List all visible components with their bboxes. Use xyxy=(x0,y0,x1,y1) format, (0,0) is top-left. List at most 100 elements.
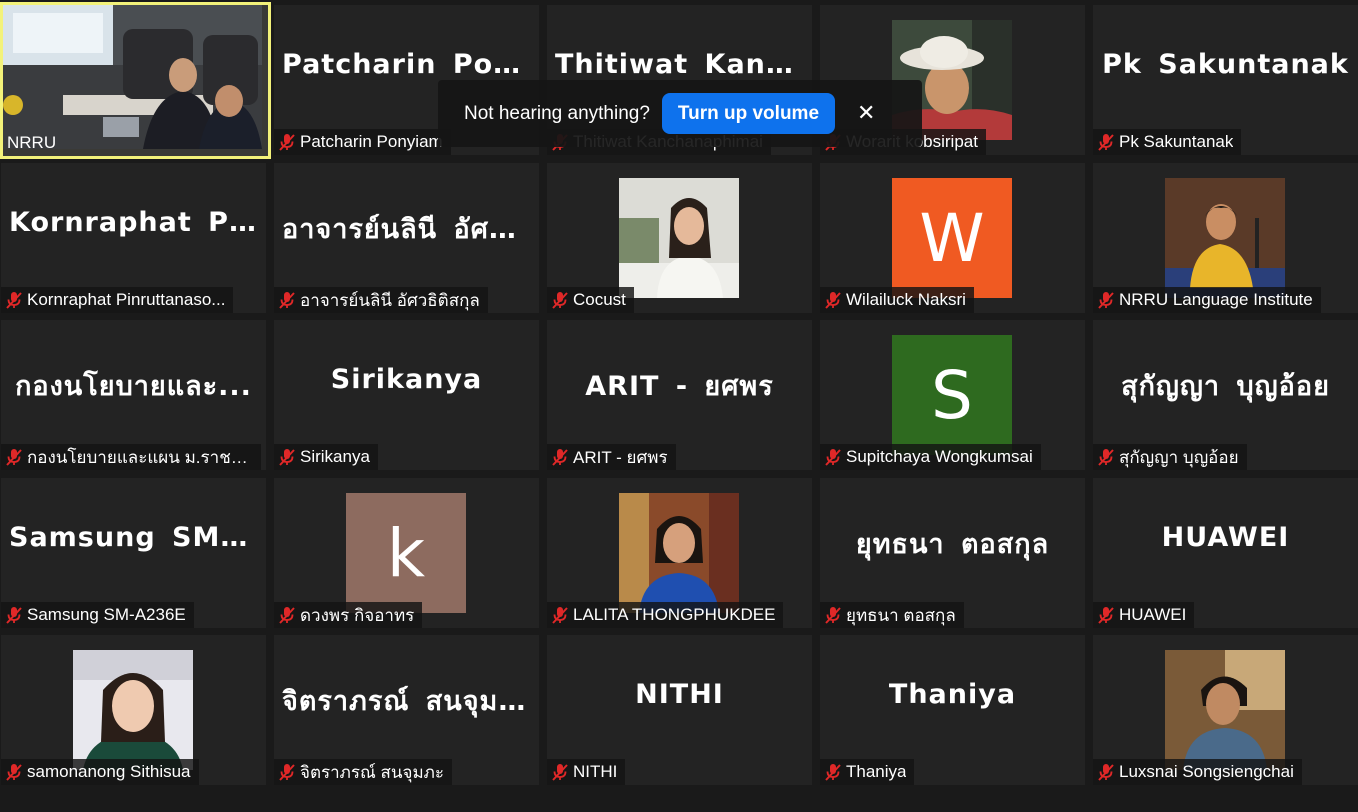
mic-muted-icon xyxy=(547,759,573,785)
participant-tile[interactable]: S Supitchaya Wongkumsai xyxy=(820,320,1085,470)
participant-tile[interactable]: Samsung SM-A... Samsung SM-A236E xyxy=(1,478,266,628)
profile-photo xyxy=(1165,650,1285,770)
mic-muted-icon xyxy=(1,602,27,628)
mic-muted-icon xyxy=(274,444,300,470)
participant-name-label: ยุทธนา ตอสกุล xyxy=(820,602,964,628)
participant-name: ดวงพร กิจอาทร xyxy=(300,605,415,625)
participant-name: ยุทธนา ตอสกุล xyxy=(846,605,956,625)
participant-name-label: NITHI xyxy=(547,759,626,785)
turn-up-volume-button[interactable]: Turn up volume xyxy=(661,93,836,134)
participant-name: NRRU Language Institute xyxy=(1119,290,1313,309)
participant-name: Sirikanya xyxy=(300,447,370,466)
participant-tile[interactable]: Thaniya Thaniya xyxy=(820,635,1085,785)
participant-name-label: อาจารย์นลินี อัศวธิติสกุล xyxy=(274,287,488,313)
profile-photo xyxy=(619,178,739,298)
participant-tile[interactable]: HUAWEI HUAWEI xyxy=(1093,478,1358,628)
participant-name-label: NRRU xyxy=(7,130,64,156)
participant-tile[interactable]: กองนโยบายและ... กองนโยบายและแผน ม.ราชภัฏ.… xyxy=(1,320,266,470)
participant-display-name: ยุทธนา ตอสกุล xyxy=(855,529,1050,560)
mic-muted-icon xyxy=(1093,129,1119,155)
participant-name-label: Sirikanya xyxy=(274,444,378,470)
participant-name: Pk Sakuntanak xyxy=(1119,132,1234,151)
participant-name-label: จิตราภรณ์ สนจุมภะ xyxy=(274,759,453,785)
avatar: W xyxy=(892,178,1012,298)
mic-muted-icon xyxy=(820,759,846,785)
participant-name-label: Kornraphat Pinruttanaso... xyxy=(1,287,234,313)
participant-tile[interactable]: NITHI NITHI xyxy=(547,635,812,785)
participant-name: กองนโยบายและแผน ม.ราชภัฏ... xyxy=(27,447,253,467)
avatar: k xyxy=(346,493,466,613)
participant-name-label: ดวงพร กิจอาทร xyxy=(274,602,423,628)
mic-muted-icon xyxy=(1093,759,1119,785)
participant-tile[interactable]: อาจารย์นลินี อัศว... อาจารย์นลินี อัศวธิต… xyxy=(274,163,539,313)
mic-muted-icon xyxy=(820,444,846,470)
participant-tile[interactable]: NRRU Language Institute xyxy=(1093,163,1358,313)
participant-display-name: Thaniya xyxy=(888,679,1017,710)
profile-photo xyxy=(1165,178,1285,298)
participant-name: Wilailuck Naksri xyxy=(846,290,966,309)
participant-name: Cocust xyxy=(573,290,626,309)
participant-name-label: Luxsnai Songsiengchai xyxy=(1093,759,1302,785)
participant-name: Patcharin Ponyiam xyxy=(300,132,443,151)
participant-name: สุกัญญา บุญอ้อย xyxy=(1119,447,1239,467)
participant-name: HUAWEI xyxy=(1119,605,1187,624)
profile-photo xyxy=(619,493,739,613)
participant-display-name: Pk Sakuntanak xyxy=(1102,49,1349,80)
mic-muted-icon xyxy=(274,602,300,628)
participant-display-name: อาจารย์นลินี อัศว... xyxy=(282,214,539,245)
participant-name-label: LALITA THONGPHUKDEE xyxy=(547,602,784,628)
participant-name-label: กองนโยบายและแผน ม.ราชภัฏ... xyxy=(1,444,261,470)
mic-muted-icon xyxy=(274,759,300,785)
participant-tile[interactable]: Sirikanya Sirikanya xyxy=(274,320,539,470)
audio-toast: Not hearing anything? Turn up volume ✕ xyxy=(438,80,922,147)
participant-name: อาจารย์นลินี อัศวธิติสกุล xyxy=(300,290,480,310)
participant-name-label: samonanong Sithisua xyxy=(1,759,199,785)
participant-name-label: Supitchaya Wongkumsai xyxy=(820,444,1041,470)
participant-tile[interactable]: ยุทธนา ตอสกุล ยุทธนา ตอสกุล xyxy=(820,478,1085,628)
participant-name: ARIT - ยศพร xyxy=(573,447,668,467)
participant-name-label: Patcharin Ponyiam xyxy=(274,129,451,155)
participant-display-name: Samsung SM-A... xyxy=(9,522,266,553)
participant-display-name: Kornraphat Pinr... xyxy=(9,207,266,238)
participant-display-name: HUAWEI xyxy=(1161,522,1290,553)
mic-muted-icon xyxy=(547,287,573,313)
participant-display-name: NITHI xyxy=(635,679,724,710)
participant-name-label: NRRU Language Institute xyxy=(1093,287,1321,313)
participant-name-label: Cocust xyxy=(547,287,634,313)
participant-name-label: HUAWEI xyxy=(1093,602,1195,628)
participant-name-label: Wilailuck Naksri xyxy=(820,287,974,313)
participant-display-name: Thitiwat Kanch... xyxy=(555,49,812,80)
participant-display-name: Patcharin Ponyi... xyxy=(282,49,539,80)
mic-muted-icon xyxy=(1,759,27,785)
participant-name: Thaniya xyxy=(846,762,907,781)
participant-tile[interactable]: จิตราภรณ์ สนจุม... จิตราภรณ์ สนจุมภะ xyxy=(274,635,539,785)
participant-name-label: สุกัญญา บุญอ้อย xyxy=(1093,444,1247,470)
participant-tile[interactable]: NRRU xyxy=(0,2,271,159)
participant-tile[interactable]: samonanong Sithisua xyxy=(1,635,266,785)
participant-tile[interactable]: LALITA THONGPHUKDEE xyxy=(547,478,812,628)
mic-muted-icon xyxy=(274,287,300,313)
mic-muted-icon xyxy=(547,602,573,628)
avatar: S xyxy=(892,335,1012,455)
participant-name: NRRU xyxy=(7,133,57,152)
participant-name: Luxsnai Songsiengchai xyxy=(1119,762,1294,781)
participant-display-name: จิตราภรณ์ สนจุม... xyxy=(282,686,533,717)
participant-tile[interactable]: สุกัญญา บุญอ้อย สุกัญญา บุญอ้อย xyxy=(1093,320,1358,470)
participant-tile[interactable]: Luxsnai Songsiengchai xyxy=(1093,635,1358,785)
close-icon[interactable]: ✕ xyxy=(857,102,875,125)
video-feed xyxy=(3,5,262,149)
participant-tile[interactable]: Kornraphat Pinr... Kornraphat Pinruttanas… xyxy=(1,163,266,313)
participant-tile[interactable]: Cocust xyxy=(547,163,812,313)
participant-tile[interactable]: k ดวงพร กิจอาทร xyxy=(274,478,539,628)
participant-display-name: กองนโยบายและ... xyxy=(15,371,252,402)
participant-tile[interactable]: W Wilailuck Naksri xyxy=(820,163,1085,313)
participant-name: samonanong Sithisua xyxy=(27,762,191,781)
mic-muted-icon xyxy=(820,287,846,313)
participant-name: Kornraphat Pinruttanaso... xyxy=(27,290,226,309)
participant-tile[interactable]: ARIT - ยศพร ARIT - ยศพร xyxy=(547,320,812,470)
mic-muted-icon xyxy=(274,129,300,155)
mic-muted-icon xyxy=(1093,444,1119,470)
participant-tile[interactable]: Pk Sakuntanak Pk Sakuntanak xyxy=(1093,5,1358,155)
mic-muted-icon xyxy=(547,444,573,470)
participant-display-name: Sirikanya xyxy=(330,364,483,395)
